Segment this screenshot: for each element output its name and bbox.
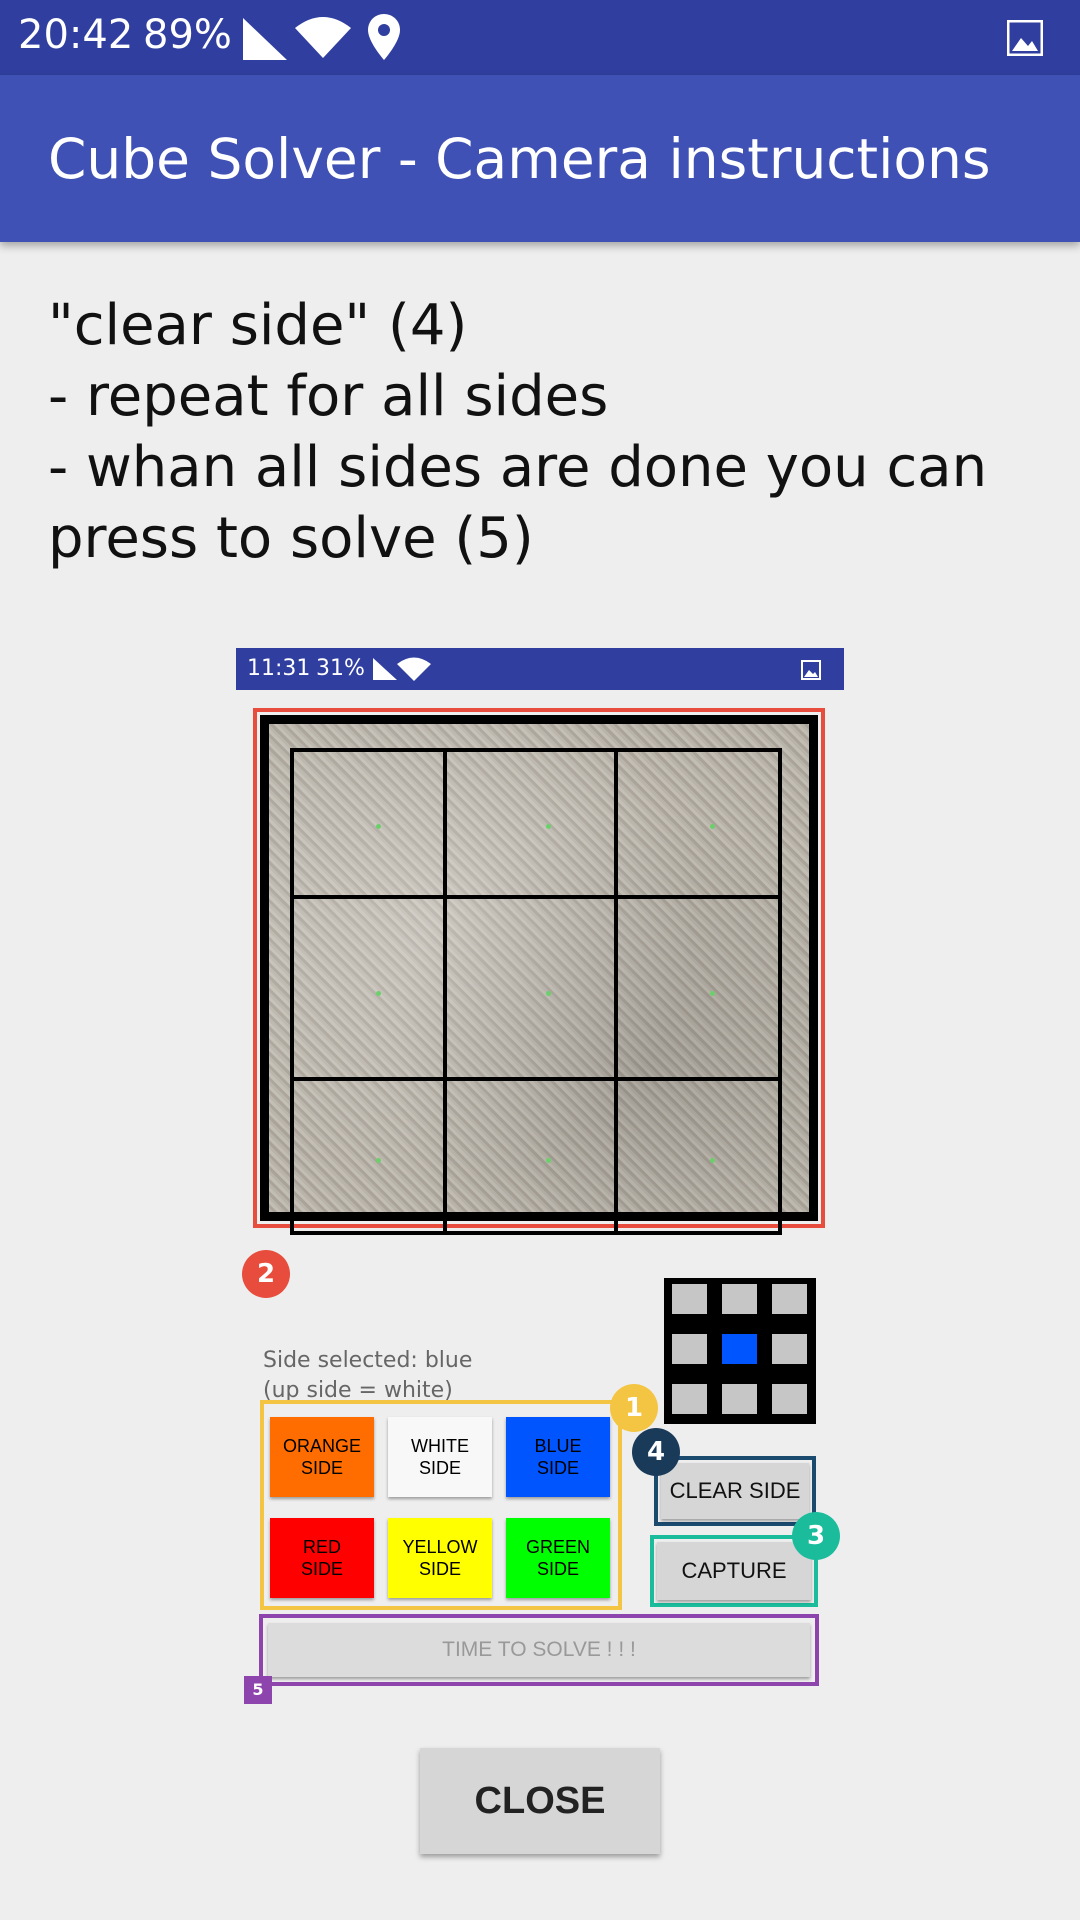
- red-side-button[interactable]: RED SIDE: [270, 1518, 374, 1598]
- instructions-text: "clear side" (4) - repeat for all sides …: [48, 293, 988, 571]
- orange-side-button[interactable]: ORANGE SIDE: [270, 1417, 374, 1497]
- side-preview-cell: [722, 1384, 757, 1414]
- status-bar: 20:42 89%: [0, 0, 1080, 75]
- sample-point: [376, 991, 381, 996]
- status-battery: 89%: [143, 12, 232, 58]
- location-icon: [368, 14, 400, 60]
- side-preview-center-cell: [722, 1334, 757, 1364]
- side-preview-cell: [672, 1384, 707, 1414]
- sample-point: [710, 991, 715, 996]
- badge-5: 5: [244, 1676, 272, 1704]
- badge-2: 2: [242, 1250, 290, 1298]
- green-side-button[interactable]: GREEN SIDE: [506, 1518, 610, 1598]
- sample-point: [546, 991, 551, 996]
- yellow-side-button[interactable]: YELLOW SIDE: [388, 1518, 492, 1598]
- sample-point: [710, 1158, 715, 1163]
- page-title: Cube Solver - Camera instructions: [48, 127, 991, 191]
- app-bar: Cube Solver - Camera instructions: [0, 75, 1080, 242]
- grid-line: [443, 748, 447, 1235]
- blue-side-button[interactable]: BLUE SIDE: [506, 1417, 610, 1497]
- side-preview-cell: [672, 1284, 707, 1314]
- side-preview-grid: [664, 1278, 816, 1424]
- close-button[interactable]: CLOSE: [420, 1748, 660, 1854]
- mini-wifi-icon: [397, 657, 431, 681]
- sample-point: [376, 1158, 381, 1163]
- sample-point: [546, 1158, 551, 1163]
- cube-grid-overlay: [290, 748, 782, 1235]
- side-preview-cell: [672, 1334, 707, 1364]
- side-preview-cell: [772, 1334, 807, 1364]
- badge-4: 4: [632, 1428, 680, 1476]
- white-side-button[interactable]: WHITE SIDE: [388, 1417, 492, 1497]
- sample-point: [710, 824, 715, 829]
- clear-side-button[interactable]: CLEAR SIDE: [661, 1463, 809, 1519]
- side-preview-cell: [772, 1284, 807, 1314]
- mini-status-bar: 11:31 31%: [236, 648, 844, 690]
- sample-point: [546, 824, 551, 829]
- badge-1: 1: [610, 1384, 658, 1432]
- mini-signal-icon: [373, 658, 397, 680]
- mini-status-time: 11:31: [247, 656, 311, 681]
- mini-image-icon: [801, 660, 821, 680]
- signal-icon: [243, 18, 287, 60]
- grid-line: [290, 895, 782, 899]
- wifi-icon: [295, 17, 351, 58]
- time-to-solve-button[interactable]: TIME TO SOLVE ! ! !: [268, 1623, 810, 1677]
- grid-line: [614, 748, 618, 1235]
- grid-line: [290, 1077, 782, 1081]
- image-icon: [1007, 20, 1043, 56]
- side-preview-cell: [772, 1384, 807, 1414]
- status-time: 20:42: [18, 12, 134, 58]
- mini-status-battery: 31%: [316, 656, 365, 681]
- camera-screen-illustration: 11:31 31% 2 Side selected: blue (up side…: [236, 648, 844, 1718]
- side-preview-cell: [722, 1284, 757, 1314]
- camera-preview: [260, 715, 818, 1235]
- capture-button[interactable]: CAPTURE: [657, 1542, 811, 1600]
- sample-point: [376, 824, 381, 829]
- badge-3: 3: [792, 1512, 840, 1560]
- side-selected-text: Side selected: blue (up side = white): [263, 1348, 473, 1403]
